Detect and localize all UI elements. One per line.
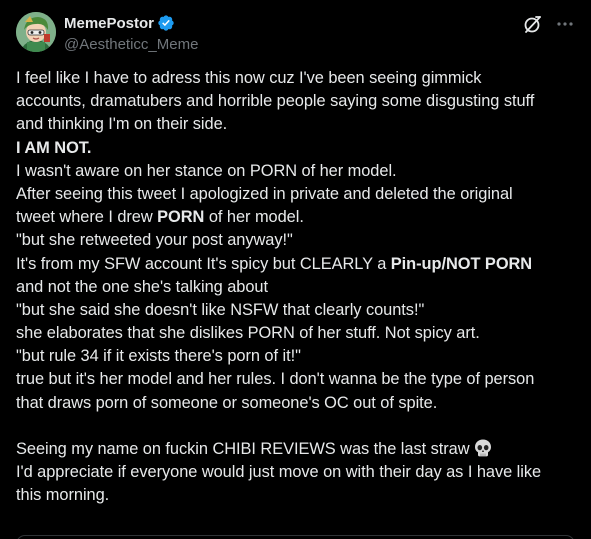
- text-segment: It's from my SFW account It's spicy but …: [16, 254, 391, 273]
- text-line: I'd appreciate if everyone would just mo…: [16, 463, 542, 482]
- skull-emoji-icon: [473, 438, 493, 458]
- text-line: accounts, dramatubers and horrible peopl…: [16, 92, 535, 111]
- bold-segment: Pin-up/NOT PORN: [390, 254, 533, 273]
- text-segment: tweet where I drew: [16, 208, 158, 227]
- tweet-page: MemePostor @Aestheticc_Meme I feel like …: [0, 0, 591, 539]
- text-segment: of her model.: [204, 208, 304, 227]
- text-line: that draws porn of someone or someone's …: [16, 393, 438, 412]
- text-line: "but rule 34 if it exists there's porn o…: [16, 347, 301, 366]
- text-line: It's from my SFW account It's spicy but …: [16, 253, 581, 276]
- display-name-row: MemePostor: [64, 13, 198, 33]
- author-names: MemePostor @Aestheticc_Meme: [64, 13, 198, 55]
- text-line-bold: I AM NOT.: [16, 137, 581, 160]
- tweet-header: MemePostor @Aestheticc_Meme: [16, 12, 575, 56]
- text-line: "but she said she doesn't like NSFW that…: [16, 300, 425, 319]
- text-line: After seeing this tweet I apologized in …: [16, 184, 513, 203]
- bold-statement: I AM NOT.: [16, 138, 92, 157]
- text-line: Seeing my name on fuckin CHIBI REVIEWS w…: [16, 438, 581, 461]
- display-name[interactable]: MemePostor: [64, 15, 154, 32]
- text-line: "but she retweeted your post anyway!": [16, 231, 293, 250]
- tweet-text: I feel like I have to adress this now cu…: [16, 67, 581, 508]
- avatar-chibi-icon: [16, 12, 56, 52]
- text-line: true but it's her model and her rules. I…: [16, 370, 535, 389]
- text-line: tweet where I drew PORN of her model.: [16, 206, 581, 229]
- verified-badge-icon[interactable]: [157, 14, 175, 32]
- media-card-edge: [16, 535, 575, 539]
- author-handle[interactable]: @Aestheticc_Meme: [64, 35, 198, 55]
- more-icon[interactable]: [555, 14, 575, 34]
- text-segment: Seeing my name on fuckin CHIBI REVIEWS w…: [16, 440, 470, 458]
- text-line: she elaborates that she dislikes PORN of…: [16, 324, 480, 343]
- text-line: and not the one she's talking about: [16, 277, 268, 296]
- text-line: I feel like I have to adress this now cu…: [16, 69, 482, 87]
- grok-icon[interactable]: [523, 14, 543, 34]
- text-line: and thinking I'm on their side.: [16, 115, 228, 134]
- text-line: I wasn't aware on her stance on PORN of …: [16, 161, 397, 180]
- bold-segment: PORN: [157, 208, 205, 227]
- avatar[interactable]: [16, 12, 56, 52]
- paragraph-break: [16, 415, 581, 438]
- text-line: this morning.: [16, 486, 110, 505]
